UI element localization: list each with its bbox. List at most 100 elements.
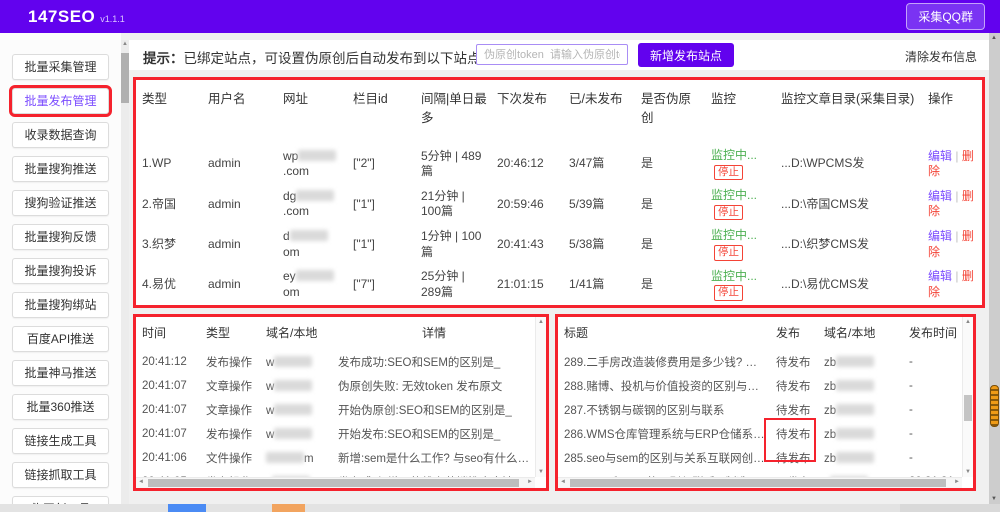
site-operations: 编辑 | 删除 [922,144,982,184]
scroll-up-icon[interactable]: ▲ [991,35,997,41]
site-monitor: 监控中...停止 [705,144,775,184]
url-prefix: dg [283,189,296,203]
sidebar-item-伪原创工具[interactable]: 伪原创工具 [12,496,109,504]
log-type: 文章操作 [200,374,260,398]
site-url: zbn [277,305,347,308]
sidebar-item-批量搜狗推送[interactable]: 批量搜狗推送 [12,156,109,182]
scroll-right-icon[interactable]: ► [954,479,960,485]
article-publish-time: - [903,350,961,374]
scroll-down-icon[interactable]: ▼ [965,469,971,475]
scroll-up-icon[interactable]: ▲ [122,41,128,47]
sidebar-scrollbar[interactable]: ▲ [121,40,129,504]
url-suffix: om [283,285,300,299]
column-header: 标题 [558,317,770,350]
edit-link[interactable]: 编辑 [928,269,952,283]
site-user: admin [202,305,277,308]
log-detail: 开始伪原创:SEO和SEM的区别是_ [332,398,534,422]
page-scrollbar-thumb[interactable] [990,385,999,427]
edit-link[interactable]: 编辑 [928,189,952,203]
articles-hscroll-thumb[interactable] [570,479,946,487]
ops-separator: | [952,149,962,163]
site-row: 3.织梦admindom["1"]1分钟 | 100篇20:41:435/38篇… [136,224,982,264]
page-scrollbar[interactable]: ▲ ▼ [989,33,1000,504]
log-type: 发布操作 [200,422,260,446]
site-monitor: 监控中... 停止 [705,184,775,224]
edit-link[interactable]: 编辑 [928,229,952,243]
monitor-status: 监控中... [711,188,757,202]
ops-separator: | [952,229,962,243]
scroll-right-icon[interactable]: ► [527,479,533,485]
add-site-button[interactable]: 新增发布站点 [638,43,734,67]
article-title: 285.seo与sem的区别与关系互联网创业必须了解的推... [558,446,770,470]
scroll-left-icon[interactable]: ◄ [560,479,566,485]
scroll-down-icon[interactable]: ▼ [538,469,544,475]
edit-link[interactable]: 编辑 [928,149,952,163]
scroll-up-icon[interactable]: ▲ [538,319,544,325]
article-title: 289.二手房改造装修费用是多少钱? 二手房改造装修... [558,350,770,374]
redacted-url [296,270,334,281]
site-user: admin [202,144,277,184]
sidebar-item-链接抓取工具[interactable]: 链接抓取工具 [12,462,109,488]
sidebar-item-百度API推送[interactable]: 百度API推送 [12,326,109,352]
pseudo-token-input[interactable] [476,44,628,65]
stop-button[interactable]: 停止 [714,285,743,301]
article-title: 287.不锈钢与碳钢的区别与联系 [558,398,770,422]
clear-publish-info-link[interactable]: 清除发布信息 [905,48,977,65]
site-pseudo-original: 是 [635,184,705,224]
log-horizontal-scrollbar[interactable]: ◄ ► [136,477,535,488]
sidebar-item-批量搜狗投诉[interactable]: 批量搜狗投诉 [12,258,109,284]
article-publish-status: 待发布 [770,446,818,470]
articles-horizontal-scrollbar[interactable]: ◄ ► [558,477,962,488]
log-table: 时间类型域名/本地详情 20:41:12发布操作w发布成功:SEO和SEM的区别… [136,317,534,491]
articles-vscroll-thumb[interactable] [964,395,972,421]
sidebar-item-批量搜狗绑站[interactable]: 批量搜狗绑站 [12,292,109,318]
site-interval: 25分钟 | 289篇 [415,265,491,305]
site-type: 4.易优 [136,265,202,305]
url-suffix: .com [283,204,309,218]
article-domain: zb [818,374,903,398]
sidebar-scrollbar-thumb[interactable] [121,53,129,103]
redacted-domain [274,404,312,415]
sidebar-item-批量360推送[interactable]: 批量360推送 [12,394,109,420]
domain-prefix: zb [824,405,836,417]
sidebar-item-链接生成工具[interactable]: 链接生成工具 [12,428,109,454]
sidebar-item-批量发布管理[interactable]: 批量发布管理 [12,88,109,114]
site-user: admin [202,265,277,305]
sidebar-item-批量神马推送[interactable]: 批量神马推送 [12,360,109,386]
site-column-id: ["3"] [347,305,415,308]
stop-button[interactable]: 停止 [714,165,743,181]
log-row: 20:41:07发布操作w开始发布:SEO和SEM的区别是_ [136,422,534,446]
site-published-count: 5/38篇 [563,224,635,264]
log-hscroll-thumb[interactable] [148,479,519,487]
site-next-publish: 20:41:46 [491,305,563,308]
site-row: 2.帝国admindg.com["1"]21分钟 | 100篇20:59:465… [136,184,982,224]
sidebar-item-批量采集管理[interactable]: 批量采集管理 [12,54,109,80]
stop-button[interactable]: 停止 [714,245,743,261]
site-pseudo-original: 是 [635,265,705,305]
scroll-down-icon[interactable]: ▼ [991,496,997,502]
domain-prefix: zb [824,453,836,465]
log-vertical-scrollbar[interactable]: ▲ ▼ [535,317,546,477]
redacted-domain [266,452,304,463]
sidebar-item-搜狗验证推送[interactable]: 搜狗验证推送 [12,190,109,216]
log-type: 文章操作 [200,398,260,422]
scroll-up-icon[interactable]: ▲ [965,319,971,325]
log-time: 20:41:07 [136,398,200,422]
articles-vertical-scrollbar[interactable]: ▲ ▼ [962,317,973,477]
publish-log-panel: 时间类型域名/本地详情 20:41:12发布操作w发布成功:SEO和SEM的区别… [133,314,549,491]
scroll-left-icon[interactable]: ◄ [138,479,144,485]
sidebar-item-收录数据查询[interactable]: 收录数据查询 [12,122,109,148]
site-type: 1.WP [136,144,202,184]
site-next-publish: 21:01:15 [491,265,563,305]
sidebar: 批量采集管理批量发布管理收录数据查询批量搜狗推送搜狗验证推送批量搜狗反馈批量搜狗… [0,33,121,504]
monitor-status: 监控中... [711,269,757,283]
site-operations: 编辑 | 删除 [922,224,982,264]
column-header: 间隔|单日最多 [415,80,491,144]
article-row: 289.二手房改造装修费用是多少钱? 二手房改造装修...待发布zb- [558,350,961,374]
log-detail: 发布成功:SEO和SEM的区别是_ [332,350,534,374]
site-type: 5.ZBLOG [136,305,202,308]
stop-button[interactable]: 停止 [714,205,743,221]
qq-group-button[interactable]: 采集QQ群 [906,3,985,30]
sidebar-item-批量搜狗反馈[interactable]: 批量搜狗反馈 [12,224,109,250]
redacted-url [290,230,328,241]
